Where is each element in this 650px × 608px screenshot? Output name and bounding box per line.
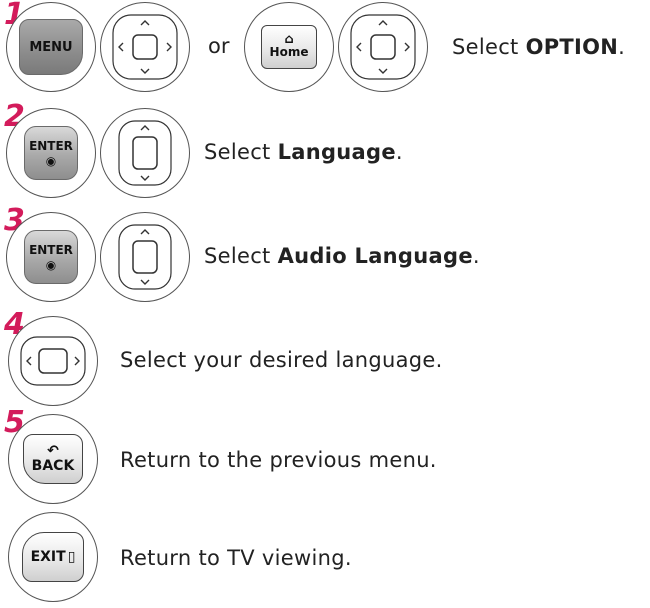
exit-instruction: Return to TV viewing. (120, 546, 352, 570)
enter-key[interactable]: ENTER ◉ (24, 230, 78, 284)
nav-pad-circle (100, 2, 190, 92)
back-key-label: BACK (31, 458, 75, 474)
enter-button-circle: ENTER ◉ (6, 108, 96, 198)
enter-dot-icon: ◉ (45, 258, 57, 272)
home-key-label: Home (269, 45, 309, 59)
menu-key-label: MENU (29, 39, 73, 55)
back-key[interactable]: ↶ BACK (23, 434, 83, 484)
home-roof-icon: ⌂ (284, 32, 294, 47)
enter-key-label: ENTER (29, 243, 73, 257)
home-key[interactable]: ⌂ Home (261, 25, 317, 69)
dpad-four-way-icon[interactable] (347, 11, 419, 83)
dpad-up-down-icon[interactable] (109, 117, 181, 189)
back-button-circle: ↶ BACK (8, 414, 98, 504)
home-button-circle: ⌂ Home (244, 2, 334, 92)
dpad-up-down-icon[interactable] (109, 221, 181, 293)
nav-pad-circle-2 (338, 2, 428, 92)
step-4: 4 Select your desired language. (0, 310, 650, 414)
enter-key-label: ENTER (29, 139, 73, 153)
enter-dot-icon: ◉ (45, 154, 57, 168)
step-4-instruction: Select your desired language. (120, 348, 443, 372)
step-1: 1 MENU or ⌂ Home Select OPTION. (0, 0, 650, 100)
step-5-instruction: Return to the previous menu. (120, 448, 437, 472)
exit-button-circle: EXIT ▯ (8, 512, 98, 602)
step-exit: EXIT ▯ Return to TV viewing. (0, 508, 650, 608)
up-down-pad-circle (100, 108, 190, 198)
back-arrow-icon: ↶ (47, 443, 59, 459)
step-2: 2 ENTER ◉ Select Language. (0, 102, 650, 204)
exit-bracket-icon: ▯ (67, 549, 76, 565)
dpad-left-right-icon[interactable] (17, 325, 89, 397)
enter-button-circle: ENTER ◉ (6, 212, 96, 302)
step-3: 3 ENTER ◉ Select Audio Language. (0, 206, 650, 308)
exit-key-label: EXIT (30, 549, 66, 565)
step-1-instruction: Select OPTION. (452, 35, 626, 59)
step-5: 5 ↶ BACK Return to the previous menu. (0, 408, 650, 510)
menu-key[interactable]: MENU (19, 19, 83, 75)
menu-button-circle: MENU (6, 2, 96, 92)
dpad-four-way-icon[interactable] (109, 11, 181, 83)
left-right-pad-circle (8, 316, 98, 406)
up-down-pad-circle (100, 212, 190, 302)
enter-key[interactable]: ENTER ◉ (24, 126, 78, 180)
step-2-instruction: Select Language. (204, 140, 403, 164)
or-connector: or (208, 34, 230, 58)
exit-key[interactable]: EXIT ▯ (22, 532, 84, 582)
step-3-instruction: Select Audio Language. (204, 244, 480, 268)
